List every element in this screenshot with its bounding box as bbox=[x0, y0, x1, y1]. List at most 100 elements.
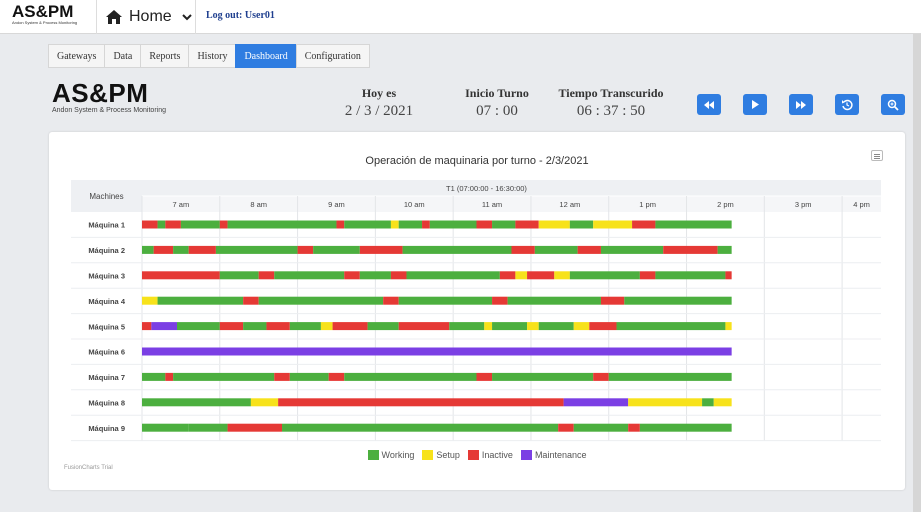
gantt-segment bbox=[227, 423, 283, 432]
gantt-segment bbox=[266, 322, 290, 331]
gantt-segment bbox=[593, 220, 633, 229]
gantt-segment bbox=[297, 245, 314, 254]
gantt-segment bbox=[499, 271, 516, 280]
legend-item-working[interactable]: Working bbox=[367, 450, 414, 460]
machine-label: Máquina 6 bbox=[88, 348, 125, 357]
gantt-segment bbox=[219, 322, 244, 331]
zoom-icon bbox=[887, 99, 899, 111]
zoom-button[interactable] bbox=[881, 94, 905, 115]
gantt-segment bbox=[608, 372, 732, 381]
hour-tick-label: 2 pm bbox=[717, 200, 734, 209]
machine-label: Máquina 7 bbox=[88, 373, 125, 382]
gantt-segment bbox=[702, 398, 714, 407]
gantt-segment bbox=[589, 322, 617, 331]
gantt-segment bbox=[628, 423, 640, 432]
tab-reports[interactable]: Reports bbox=[140, 44, 189, 68]
logout-link[interactable]: Log out: User01 bbox=[206, 10, 275, 21]
fast-forward-button[interactable] bbox=[789, 94, 813, 115]
legend-swatch-inactive bbox=[467, 450, 479, 460]
gantt-segment bbox=[624, 296, 732, 305]
rewind-button[interactable] bbox=[697, 94, 721, 115]
gantt-segment bbox=[569, 220, 594, 229]
gantt-segment bbox=[328, 372, 345, 381]
gantt-segment bbox=[258, 296, 384, 305]
gantt-segment bbox=[717, 245, 732, 254]
gantt-segment bbox=[359, 245, 403, 254]
gantt-segment bbox=[142, 423, 189, 432]
gantt-segment bbox=[151, 322, 178, 331]
brand-logo[interactable]: AS&PM Andon System & Process Monitoring bbox=[12, 3, 88, 29]
legend-item-inactive[interactable]: Inactive bbox=[467, 450, 513, 460]
shift-start-label: Inicio Turno bbox=[465, 86, 529, 100]
legend-item-maintenance[interactable]: Maintenance bbox=[520, 450, 587, 460]
gantt-segment bbox=[725, 271, 732, 280]
gantt-segment bbox=[554, 271, 570, 280]
gantt-segment bbox=[398, 220, 423, 229]
home-dropdown[interactable]: Home bbox=[96, 0, 196, 34]
gantt-segment bbox=[563, 398, 629, 407]
gantt-segment bbox=[142, 296, 158, 305]
tab-configuration[interactable]: Configuration bbox=[295, 44, 370, 68]
gantt-segment bbox=[527, 322, 539, 331]
legend-item-setup[interactable]: Setup bbox=[422, 450, 460, 460]
gantt-segment bbox=[511, 245, 535, 254]
gantt-segment bbox=[632, 220, 656, 229]
gantt-segment bbox=[142, 347, 732, 356]
gantt-segment bbox=[165, 220, 181, 229]
gantt-segment bbox=[344, 220, 391, 229]
gantt-segment bbox=[655, 220, 732, 229]
today-value: 2 / 3 / 2021 bbox=[344, 103, 414, 119]
history-button[interactable] bbox=[835, 94, 859, 115]
gantt-segment bbox=[422, 220, 430, 229]
gantt-segment bbox=[282, 423, 559, 432]
gantt-segment bbox=[492, 220, 516, 229]
gantt-segment bbox=[344, 271, 360, 280]
brand-subtitle: Andon System & Process Monitoring bbox=[12, 20, 78, 25]
gantt-segment bbox=[600, 296, 625, 305]
gantt-segment bbox=[628, 398, 703, 407]
tab-history[interactable]: History bbox=[188, 44, 236, 68]
legend-label-inactive: Inactive bbox=[481, 450, 513, 460]
gantt-segment bbox=[188, 245, 216, 254]
machine-label: Máquina 9 bbox=[88, 424, 125, 433]
gantt-segment bbox=[177, 322, 220, 331]
gantt-segment bbox=[383, 296, 399, 305]
hour-tick-label: 3 pm bbox=[795, 200, 812, 209]
machine-label: Máquina 3 bbox=[88, 272, 125, 281]
gantt-segment bbox=[250, 398, 279, 407]
gantt-segment bbox=[227, 220, 337, 229]
legend-swatch-working bbox=[367, 450, 379, 460]
gantt-segment bbox=[492, 322, 528, 331]
play-button[interactable] bbox=[743, 94, 767, 115]
gantt-segment bbox=[165, 372, 174, 381]
gantt-segment bbox=[153, 245, 174, 254]
gantt-segment bbox=[243, 296, 259, 305]
shift-start-stat: Inicio Turno 07 : 00 bbox=[455, 86, 539, 120]
gantt-segment bbox=[507, 296, 601, 305]
gantt-segment bbox=[157, 296, 244, 305]
gantt-segment bbox=[655, 271, 726, 280]
gantt-segment bbox=[713, 398, 732, 407]
shift-start-value: 07 : 00 bbox=[476, 103, 518, 119]
shift-label: T1 (07:00:00 - 16:30:00) bbox=[446, 184, 527, 193]
page-scrollbar[interactable] bbox=[913, 34, 921, 512]
tab-gateways[interactable]: Gateways bbox=[48, 44, 105, 68]
today-label: Hoy es bbox=[361, 86, 397, 100]
gantt-segment bbox=[313, 245, 360, 254]
top-navbar: AS&PM Andon System & Process Monitoring … bbox=[0, 0, 921, 34]
gantt-segment bbox=[639, 271, 656, 280]
rewind-icon bbox=[704, 100, 714, 109]
fusioncharts-trial-label: FusionCharts Trial bbox=[64, 465, 113, 471]
gantt-segment bbox=[538, 322, 574, 331]
legend-label-maintenance: Maintenance bbox=[534, 450, 587, 460]
gantt-segment bbox=[142, 245, 154, 254]
app-logo: AS&PM Andon System & Process Monitoring bbox=[52, 80, 166, 115]
logo-subtitle: Andon System & Process Monitoring bbox=[52, 107, 166, 114]
gantt-segment bbox=[406, 271, 500, 280]
gantt-segment bbox=[639, 423, 732, 432]
logo-title: AS&PM bbox=[52, 78, 149, 108]
tab-data[interactable]: Data bbox=[104, 44, 141, 68]
tab-dashboard[interactable]: Dashboard bbox=[235, 44, 296, 68]
gantt-segment bbox=[558, 423, 574, 432]
gantt-segment bbox=[390, 220, 399, 229]
